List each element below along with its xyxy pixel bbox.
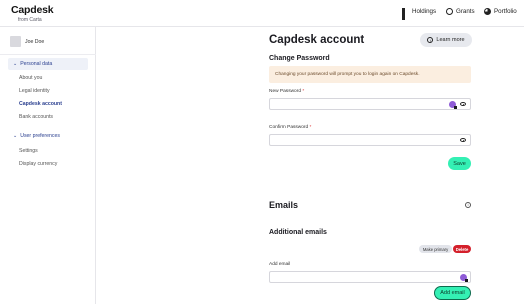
sidebar-item-capdesk-account[interactable]: Capdesk account: [19, 101, 62, 107]
learn-more-button[interactable]: i Learn more: [420, 33, 472, 47]
add-email-button[interactable]: Add email: [434, 286, 471, 300]
new-password-input[interactable]: [269, 98, 471, 110]
info-icon[interactable]: i: [465, 202, 471, 208]
new-password-label-text: New Password: [269, 89, 301, 94]
user-name: Joe Doe: [25, 38, 45, 45]
add-email-label: Add email: [269, 262, 291, 267]
capdesk-logo[interactable]: Capdesk from Carta: [11, 4, 54, 23]
nav-grants[interactable]: Grants: [446, 8, 475, 15]
chevron-down-icon: ⌄: [13, 133, 18, 139]
user-profile[interactable]: Joe Doe: [10, 36, 44, 47]
top-header: Capdesk from Carta Holdings Grants Portf…: [0, 0, 524, 27]
nav-portfolio[interactable]: Portfolio: [484, 8, 517, 15]
password-manager-icon[interactable]: [449, 101, 457, 109]
learn-more-label: Learn more: [436, 37, 465, 43]
password-warning: Changing your password will prompt you t…: [269, 66, 471, 83]
sidebar-item-settings[interactable]: Settings: [19, 148, 38, 154]
nav-grants-label: Grants: [456, 8, 475, 15]
nav-holdings-label: Holdings: [412, 8, 437, 15]
grid-icon: [402, 8, 409, 20]
eye-icon[interactable]: [460, 102, 466, 106]
sidebar-group-label: Personal data: [20, 61, 53, 67]
eye-icon[interactable]: [460, 138, 466, 142]
pie-chart-icon: [484, 8, 491, 15]
new-password-label: New Password *: [269, 89, 304, 94]
make-primary-button[interactable]: Make primary: [419, 245, 452, 253]
info-icon: i: [427, 37, 434, 43]
password-manager-icon[interactable]: [460, 274, 468, 282]
confirm-password-label: Confirm Password *: [269, 125, 311, 130]
change-password-title: Change Password: [269, 55, 330, 62]
chevron-down-icon: ⌄: [13, 61, 18, 67]
required-mark: *: [309, 125, 312, 130]
sidebar-item-about-you[interactable]: About you: [19, 75, 42, 81]
sidebar-divider: [0, 54, 96, 55]
page-title: Capdesk account: [269, 34, 365, 46]
confirm-password-input[interactable]: [269, 134, 471, 146]
nav-portfolio-label: Portfolio: [494, 8, 517, 15]
sidebar-item-display-currency[interactable]: Display currency: [19, 161, 57, 167]
sidebar-item-bank-accounts[interactable]: Bank accounts: [19, 114, 53, 120]
logo-text: Capdesk: [11, 4, 54, 16]
avatar: [10, 36, 21, 47]
save-button[interactable]: Save: [448, 157, 471, 170]
password-warning-text: Changing your password will prompt you t…: [275, 72, 420, 77]
required-mark: *: [302, 89, 305, 94]
add-email-input[interactable]: [269, 271, 471, 283]
logo-subtitle: from Carta: [18, 17, 42, 23]
additional-emails-title: Additional emails: [269, 229, 327, 236]
sidebar-group-user-preferences[interactable]: ⌄ User preferences: [8, 130, 88, 142]
circle-icon: [446, 8, 453, 15]
emails-title: Emails: [269, 200, 299, 210]
sidebar-group-label: User preferences: [20, 133, 60, 139]
nav-holdings[interactable]: Holdings: [402, 8, 437, 20]
sidebar: Joe Doe ⌄ Personal data About you Legal …: [0, 27, 96, 304]
confirm-password-label-text: Confirm Password: [269, 125, 309, 130]
sidebar-group-personal-data[interactable]: ⌄ Personal data: [8, 58, 88, 70]
delete-button[interactable]: Delete: [453, 245, 471, 253]
sidebar-item-legal-identity[interactable]: Legal identity: [19, 88, 50, 94]
